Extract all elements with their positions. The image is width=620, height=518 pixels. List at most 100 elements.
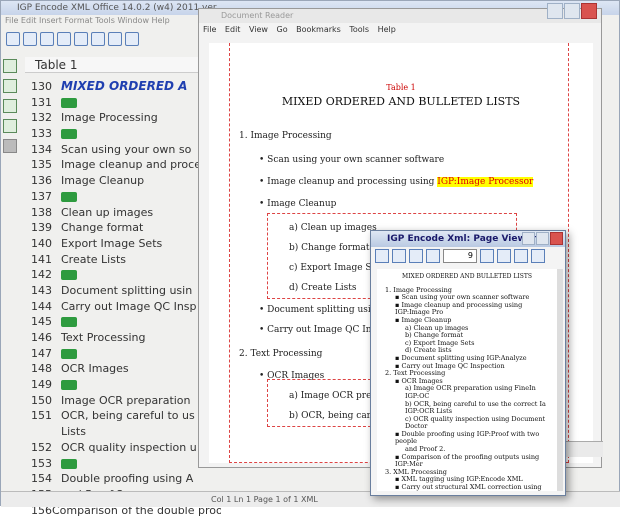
row-text: Image cleanup and proce — [61, 158, 201, 172]
tag-icon — [61, 270, 77, 281]
table-row[interactable]: 142 — [31, 267, 221, 283]
open-button[interactable] — [6, 32, 20, 46]
table-row[interactable]: 152 OCR quality inspection u — [31, 440, 221, 456]
prev-page-icon[interactable] — [392, 249, 406, 263]
row-number: 139 — [31, 221, 52, 235]
table-row[interactable]: 138 Clean up images — [31, 205, 221, 221]
row-number: 131 — [31, 95, 52, 109]
save-button[interactable] — [23, 32, 37, 46]
doc-line: • Scan using your own scanner software — [259, 155, 445, 165]
list-button[interactable] — [125, 32, 139, 46]
viewer-scrollbar[interactable] — [557, 269, 563, 491]
table-header[interactable]: Table 1 — [25, 57, 201, 73]
table-row[interactable]: 130 MIXED ORDERED A — [31, 79, 221, 95]
doc-line: • OCR Images — [259, 371, 325, 381]
table-row[interactable]: 131 — [31, 95, 221, 111]
doc-line: b) Change format — [289, 243, 370, 253]
table-row[interactable]: 150 Image OCR preparation — [31, 393, 221, 409]
row-number: 135 — [31, 158, 52, 172]
row-text: OCR, being careful to us — [61, 409, 195, 423]
export-button[interactable] — [108, 32, 122, 46]
row-number: 150 — [31, 393, 52, 407]
row-number: 140 — [31, 236, 52, 250]
viewer-line: ▪ Comparison of the proofing outputs usi… — [395, 452, 540, 469]
table-row[interactable]: 136 Image Cleanup — [31, 173, 221, 189]
tag-icon — [61, 458, 77, 469]
table-row[interactable]: 151 OCR, being careful to us — [31, 408, 221, 424]
table-row[interactable]: 135 Image cleanup and proce — [31, 157, 221, 173]
row-text: Change format — [61, 221, 144, 235]
table-row[interactable]: Lists — [31, 424, 221, 440]
stop-icon[interactable] — [3, 139, 17, 153]
row-number: 148 — [31, 362, 52, 376]
minimize-icon[interactable] — [547, 3, 563, 19]
tag-icon — [61, 191, 77, 202]
maximize-icon[interactable] — [536, 232, 549, 245]
last-page-icon[interactable] — [426, 249, 440, 263]
row-text: Export Image Sets — [61, 236, 163, 250]
table-row[interactable]: 139 Change format — [31, 220, 221, 236]
table-row[interactable]: 132 Image Processing — [31, 110, 221, 126]
row-number: 132 — [31, 111, 52, 125]
doc-title-bar: Document Reader — [199, 9, 601, 23]
table-row[interactable]: 154 Double proofing using A — [31, 471, 221, 487]
page-subtitle: Table 1 — [386, 83, 416, 92]
row-number: 149 — [31, 378, 52, 392]
table-row[interactable]: 143 Document splitting usin — [31, 283, 221, 299]
first-page-icon[interactable] — [375, 249, 389, 263]
chart-button[interactable] — [74, 32, 88, 46]
minimize-icon[interactable] — [522, 232, 535, 245]
close-icon[interactable] — [581, 3, 597, 19]
table-row[interactable]: 148 OCR Images — [31, 361, 221, 377]
row-number: 154 — [31, 472, 52, 486]
next-page-icon[interactable] — [409, 249, 423, 263]
tag-icon — [61, 348, 77, 359]
page-title: MIXED ORDERED AND BULLETED LISTS — [281, 95, 521, 108]
table-row[interactable]: 141 Create Lists — [31, 252, 221, 268]
table-row[interactable]: 133 — [31, 126, 221, 142]
row-text: Scan using your own so — [61, 142, 192, 156]
row-text: OCR Images — [61, 362, 129, 376]
close-icon[interactable] — [550, 232, 563, 245]
fit-page-icon[interactable] — [531, 249, 545, 263]
doc-line: 1. Image Processing — [239, 131, 332, 141]
row-number: 136 — [31, 174, 52, 188]
row-text: Carry out Image QC Insp — [61, 299, 197, 313]
doc-menu-bar[interactable]: File Edit View Go Bookmarks Tools Help — [199, 23, 601, 37]
zoom-in-icon[interactable] — [497, 249, 511, 263]
row-text: Image OCR preparation — [61, 393, 191, 407]
table-row[interactable]: 137 — [31, 189, 221, 205]
table-row[interactable]: 147 — [31, 346, 221, 362]
row-number: 146 — [31, 331, 52, 344]
page-icon[interactable] — [3, 119, 17, 133]
doc-line-highlight-row: • Image cleanup and processing using IGP… — [259, 177, 534, 187]
table-row[interactable]: 145 — [31, 314, 221, 330]
edit-icon[interactable] — [3, 99, 17, 113]
zoom-out-icon[interactable] — [514, 249, 528, 263]
table-row[interactable]: 149 — [31, 377, 221, 393]
maximize-icon[interactable] — [564, 3, 580, 19]
side-toolbar — [3, 59, 21, 153]
row-text: Lists — [61, 425, 86, 439]
table-row[interactable]: 134 Scan using your own so — [31, 142, 221, 158]
table-row[interactable]: 140 Export Image Sets — [31, 236, 221, 252]
table-row[interactable]: 144 Carry out Image QC Insp — [31, 299, 221, 315]
go-icon[interactable] — [480, 249, 494, 263]
doc-line: • Image Cleanup — [259, 199, 337, 209]
table-button[interactable] — [40, 32, 54, 46]
check-icon[interactable] — [3, 79, 17, 93]
row-number: 144 — [31, 299, 52, 313]
table-row[interactable]: 146 Text Processing — [31, 330, 221, 346]
row-number: 142 — [31, 268, 52, 282]
grid-button[interactable] — [91, 32, 105, 46]
tag-icon — [61, 97, 77, 108]
format-icon[interactable] — [3, 59, 17, 73]
tag-icon — [61, 129, 77, 140]
table-row[interactable]: 153 — [31, 456, 221, 472]
insert-button[interactable] — [57, 32, 71, 46]
row-text: OCR quality inspection u — [61, 440, 197, 454]
page-number-input[interactable]: 9 — [443, 249, 477, 263]
doc-highlight: IGP:Image Processor — [437, 177, 534, 187]
viewer-line: a) Image OCR preparation using FineIn IG… — [405, 384, 536, 400]
tag-icon — [61, 317, 77, 328]
